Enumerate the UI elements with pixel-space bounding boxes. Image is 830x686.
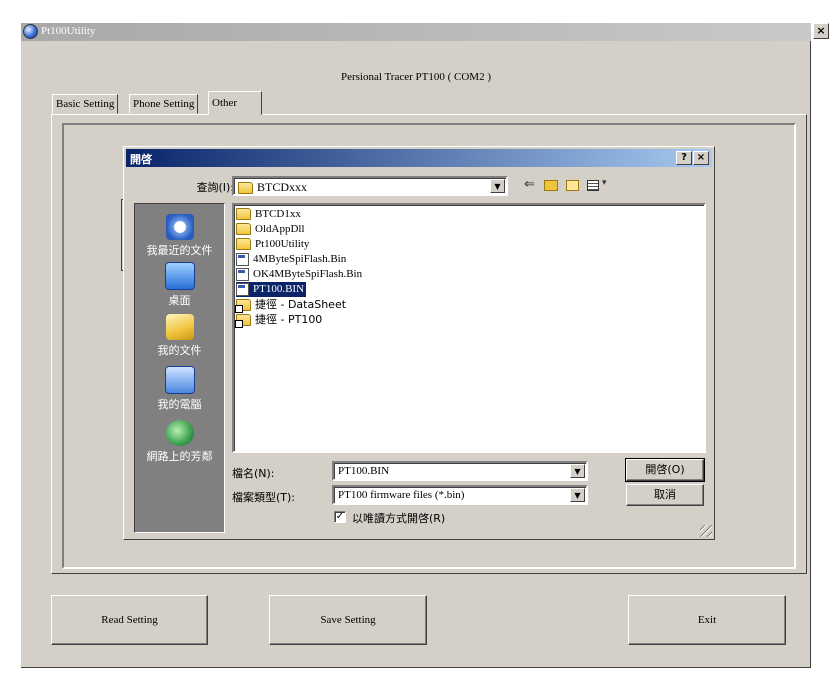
tab-phone-setting[interactable]: Phone Setting <box>129 94 199 114</box>
place-label: 我的文件 <box>157 344 202 357</box>
folder-icon <box>236 223 251 236</box>
file-name: 4MByteSpiFlash.Bin <box>253 253 347 265</box>
place-my-computer[interactable]: 我的電腦 <box>135 366 224 412</box>
dialog-help-button[interactable]: ? <box>676 151 692 165</box>
window-title: Pt100Utility <box>41 25 96 37</box>
read-setting-button[interactable]: Read Setting <box>51 595 208 645</box>
dialog-title-bar[interactable]: 開啓 ? × <box>126 149 712 167</box>
lookin-value: BTCDxxx <box>257 180 308 194</box>
readonly-label: 以唯讀方式開啓(R) <box>352 512 446 525</box>
places-bar: 我最近的文件 桌面 我的文件 我的電腦 網路上的芳鄰 <box>134 203 225 533</box>
bin-file-icon <box>236 282 249 296</box>
desktop-icon <box>164 262 195 290</box>
my-documents-icon <box>165 314 194 340</box>
back-arrow-icon[interactable]: ⇐ <box>524 177 535 192</box>
place-my-documents[interactable]: 我的文件 <box>135 314 224 358</box>
readonly-checkbox[interactable]: ✓ <box>334 511 346 523</box>
filename-input[interactable]: PT100.BIN ▼ <box>332 461 588 481</box>
lookin-combo[interactable]: BTCDxxx ▼ <box>232 176 508 196</box>
bin-file-icon <box>236 252 249 266</box>
place-label: 網路上的芳鄰 <box>146 450 213 463</box>
resize-grip[interactable] <box>700 525 712 537</box>
list-item[interactable]: OK4MByteSpiFlash.Bin <box>236 267 364 282</box>
cancel-button[interactable]: 取消 <box>626 484 704 506</box>
new-folder-icon[interactable] <box>566 180 579 191</box>
dialog-close-button[interactable]: × <box>693 151 709 165</box>
open-button[interactable]: 開啓(O) <box>625 458 705 482</box>
file-name: BTCD1xx <box>255 208 301 220</box>
device-heading: Persional Tracer PT100 ( COM2 ) <box>340 71 492 83</box>
list-item[interactable]: 捷徑 - DataSheet <box>235 297 348 314</box>
folder-icon <box>236 238 251 251</box>
open-file-dialog: 開啓 ? × 查詢(I): BTCDxxx ▼ ⇐ ▾ 我最近的文件 桌面 我的… <box>123 146 715 540</box>
shortcut-folder-icon <box>235 314 251 329</box>
file-name: 捷徑 - PT100 <box>255 313 323 326</box>
list-item[interactable]: 4MByteSpiFlash.Bin <box>236 252 348 267</box>
filename-label: 檔名(N): <box>232 467 275 480</box>
exit-button[interactable]: Exit <box>628 595 786 645</box>
place-desktop[interactable]: 桌面 <box>135 262 224 308</box>
place-label: 我的電腦 <box>157 398 202 411</box>
filetype-label: 檔案類型(T): <box>232 491 296 504</box>
file-list[interactable]: BTCD1xx OldAppDll Pt100Utility 4MByteSpi… <box>232 203 706 453</box>
window-title-bar[interactable]: Pt100Utility <box>21 23 811 41</box>
file-name: 捷徑 - DataSheet <box>255 298 347 311</box>
shortcut-folder-icon <box>235 299 251 314</box>
chevron-down-icon[interactable]: ▾ <box>602 178 607 188</box>
network-places-icon <box>165 420 194 446</box>
list-item[interactable]: Pt100Utility <box>236 237 311 252</box>
list-item[interactable]: 捷徑 - PT100 <box>235 312 324 329</box>
up-folder-icon[interactable] <box>544 180 558 191</box>
filename-value: PT100.BIN <box>338 465 390 477</box>
place-label: 我最近的文件 <box>146 244 213 257</box>
bin-file-icon <box>236 267 249 281</box>
list-item[interactable]: BTCD1xx <box>236 207 303 222</box>
chevron-down-icon[interactable]: ▼ <box>570 488 585 502</box>
list-item-selected[interactable]: PT100.BIN <box>236 282 307 297</box>
file-name: OK4MByteSpiFlash.Bin <box>253 268 363 280</box>
lookin-label: 查詢(I): <box>196 181 234 194</box>
chevron-down-icon[interactable]: ▼ <box>570 464 585 478</box>
my-computer-icon <box>164 366 195 394</box>
tab-basic-setting[interactable]: Basic Setting <box>52 94 119 114</box>
tab-other[interactable]: Other <box>208 91 262 115</box>
place-label: 桌面 <box>168 294 191 307</box>
filetype-select[interactable]: PT100 firmware files (*.bin) ▼ <box>332 485 588 505</box>
recent-documents-icon <box>165 214 194 240</box>
dialog-title: 開啓 <box>130 153 152 166</box>
list-item[interactable]: OldAppDll <box>236 222 307 237</box>
chevron-down-icon[interactable]: ▼ <box>490 179 505 193</box>
lookin-value-wrap: BTCDxxx <box>238 180 307 195</box>
save-setting-button[interactable]: Save Setting <box>269 595 427 645</box>
folder-icon <box>238 182 253 195</box>
place-recent[interactable]: 我最近的文件 <box>135 214 224 258</box>
window-close-button[interactable]: × <box>813 23 829 39</box>
place-network[interactable]: 網路上的芳鄰 <box>135 420 224 464</box>
view-menu-icon[interactable] <box>587 180 599 191</box>
file-name: Pt100Utility <box>255 238 310 250</box>
app-globe-icon <box>23 24 38 39</box>
folder-icon <box>236 208 251 221</box>
file-name: OldAppDll <box>255 223 305 235</box>
file-name: PT100.BIN <box>253 283 305 295</box>
filetype-value: PT100 firmware files (*.bin) <box>338 489 465 501</box>
